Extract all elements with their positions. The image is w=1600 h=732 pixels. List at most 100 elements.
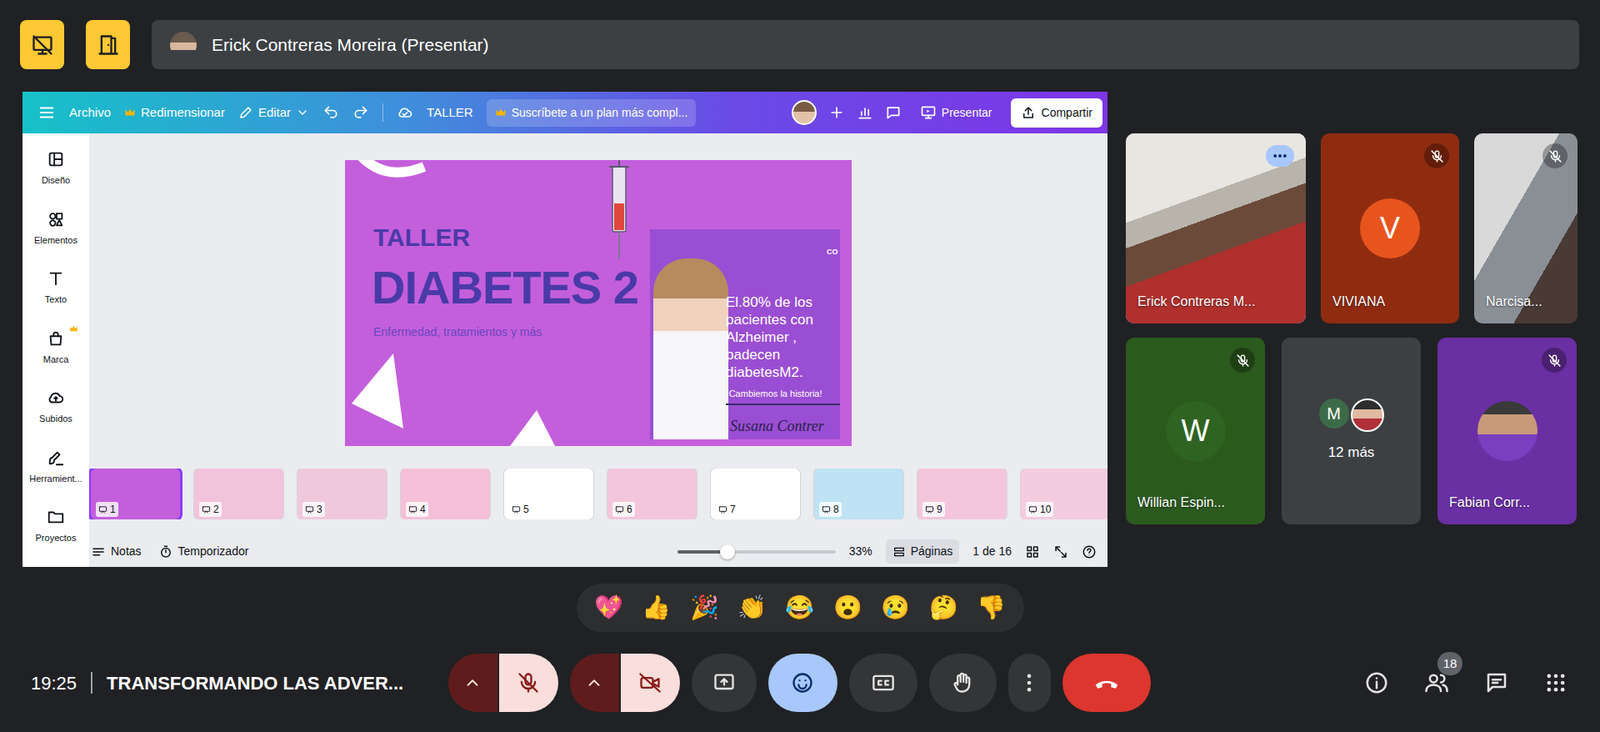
- reaction-button[interactable]: 👏: [734, 592, 770, 623]
- cloud-check-icon: [396, 104, 414, 121]
- share-button[interactable]: Compartir: [1010, 98, 1103, 128]
- reaction-button[interactable]: 😢: [877, 592, 914, 623]
- workspace: TALLERDIABETES 2Enfermedad, tratamientos…: [89, 133, 1108, 567]
- more-vertical-icon: [1017, 670, 1041, 695]
- menu-button[interactable]: [37, 103, 56, 122]
- user-avatar[interactable]: [791, 100, 817, 125]
- page-thumbnail[interactable]: 1: [90, 468, 180, 520]
- activities-button[interactable]: [1544, 670, 1568, 695]
- more-options-button[interactable]: [1008, 653, 1051, 712]
- comments-button[interactable]: [885, 104, 902, 121]
- page-thumbnail[interactable]: 7: [710, 468, 800, 520]
- reaction-button[interactable]: 👎: [973, 592, 1010, 623]
- fullscreen-button[interactable]: [1053, 544, 1069, 560]
- info-button[interactable]: [1364, 670, 1390, 695]
- page-thumbnail[interactable]: 2: [194, 468, 284, 520]
- people-button[interactable]: 18: [1424, 670, 1450, 695]
- redo-button[interactable]: [352, 104, 370, 121]
- reaction-button[interactable]: 💖: [590, 592, 627, 623]
- participant-name: Fabian Corr...: [1449, 492, 1530, 513]
- microphone-toggle[interactable]: [499, 653, 559, 712]
- sidebar-item[interactable]: Proyectos: [35, 507, 77, 545]
- reaction-button[interactable]: 😮: [830, 592, 866, 623]
- people-count-badge: 18: [1437, 651, 1463, 675]
- reaction-button[interactable]: 🎉: [686, 592, 723, 623]
- leave-call-button[interactable]: [1062, 653, 1151, 712]
- page-thumbnail[interactable]: 5: [504, 468, 594, 520]
- sidebar-item[interactable]: Marca: [43, 329, 70, 367]
- upload-icon: [1020, 105, 1036, 120]
- microphone-options-button[interactable]: [448, 653, 498, 712]
- page-thumbnail[interactable]: 9: [917, 468, 1007, 520]
- captions-icon: [871, 670, 895, 695]
- page-thumbnail[interactable]: 4: [400, 468, 490, 520]
- page-thumbnail[interactable]: 6: [607, 468, 697, 520]
- clock: 19:25: [30, 669, 77, 697]
- captions-button[interactable]: [849, 653, 918, 712]
- menu-item[interactable]: Redimensionar: [124, 103, 225, 123]
- reaction-button[interactable]: 🤔: [925, 592, 962, 623]
- participant-tile[interactable]: Narcisa...: [1474, 133, 1578, 324]
- participant-tile[interactable]: Fabian Corr...: [1437, 337, 1577, 525]
- help-button[interactable]: [1081, 544, 1097, 560]
- reactions-button[interactable]: [768, 653, 838, 712]
- reaction-button[interactable]: 👍: [638, 592, 675, 623]
- meeting-info: 19:25TRANSFORMANDO LAS ADVER...: [0, 669, 449, 697]
- timer-button[interactable]: Temporizador: [158, 542, 250, 560]
- footer-right: 33%Páginas1 de 16: [677, 539, 1097, 564]
- zoom-knob[interactable]: [720, 544, 735, 560]
- pages-button[interactable]: Páginas: [885, 539, 960, 564]
- insights-button[interactable]: [856, 104, 874, 121]
- thumbnail-label: 1: [95, 501, 119, 517]
- raise-hand-button[interactable]: [929, 653, 997, 712]
- camera-options-button[interactable]: [570, 653, 620, 712]
- participant-photo: [1350, 398, 1385, 432]
- sidebar-item[interactable]: Elementos: [34, 210, 78, 248]
- hand-icon: [950, 670, 975, 695]
- reaction-button[interactable]: 😂: [781, 592, 818, 623]
- present-label: Presentar: [941, 104, 993, 122]
- thumbnail-number: 7: [730, 501, 736, 517]
- page-thumbnail[interactable]: 3: [297, 468, 387, 520]
- microphone-off-icon: [516, 670, 540, 695]
- tile-options-button[interactable]: [1265, 145, 1295, 167]
- slide[interactable]: TALLERDIABETES 2Enfermedad, tratamientos…: [345, 160, 852, 446]
- sidebar-item[interactable]: Diseño: [41, 150, 70, 188]
- expand-icon: [1053, 544, 1069, 560]
- notes-button[interactable]: Notas: [90, 542, 142, 560]
- participant-avatar: V: [1360, 198, 1420, 259]
- avatar-stack: M: [1319, 398, 1385, 432]
- camera-toggle[interactable]: [620, 653, 680, 712]
- help-icon: [1081, 544, 1097, 560]
- slide-logo: CO: [826, 246, 839, 259]
- apps-icon: [1544, 670, 1568, 695]
- participant-tile[interactable]: VVIVIANA: [1320, 133, 1460, 324]
- participant-tile[interactable]: Erick Contreras M...: [1125, 133, 1306, 324]
- comment-icon: [885, 104, 902, 121]
- sidebar-item[interactable]: Herramient...: [29, 448, 83, 486]
- present-screen-button[interactable]: [691, 653, 757, 712]
- sidebar-item[interactable]: Subidos: [39, 388, 73, 426]
- stop-presenting-button[interactable]: [20, 20, 65, 70]
- page-thumbnail[interactable]: 10: [1020, 468, 1108, 520]
- zoom-slider[interactable]: [677, 550, 836, 554]
- grid-view-button[interactable]: [1025, 544, 1040, 560]
- undo-button[interactable]: [322, 104, 340, 121]
- save-status-button[interactable]: [396, 104, 414, 121]
- grid-icon: [1025, 544, 1040, 560]
- page-thumbnail[interactable]: 8: [814, 468, 904, 520]
- sidebar-item[interactable]: Texto: [45, 269, 67, 307]
- add-collaborator-button[interactable]: [828, 104, 845, 121]
- chat-button[interactable]: [1484, 670, 1510, 695]
- presentation-off-icon: [30, 33, 55, 57]
- menu-label: Editar: [258, 103, 291, 123]
- upgrade-banner[interactable]: Suscríbete a un plan más compl...: [486, 99, 697, 127]
- participant-tile[interactable]: M12 más: [1281, 337, 1421, 525]
- present-button[interactable]: Presentar: [913, 99, 1000, 127]
- participant-tile[interactable]: WWillian Espin...: [1125, 337, 1265, 525]
- menu-item[interactable]: Editar: [238, 103, 310, 123]
- slide-icon: [408, 505, 418, 515]
- menu-item[interactable]: Archivo: [69, 103, 111, 123]
- document-title[interactable]: TALLER: [426, 103, 474, 123]
- leave-room-button[interactable]: [85, 20, 130, 70]
